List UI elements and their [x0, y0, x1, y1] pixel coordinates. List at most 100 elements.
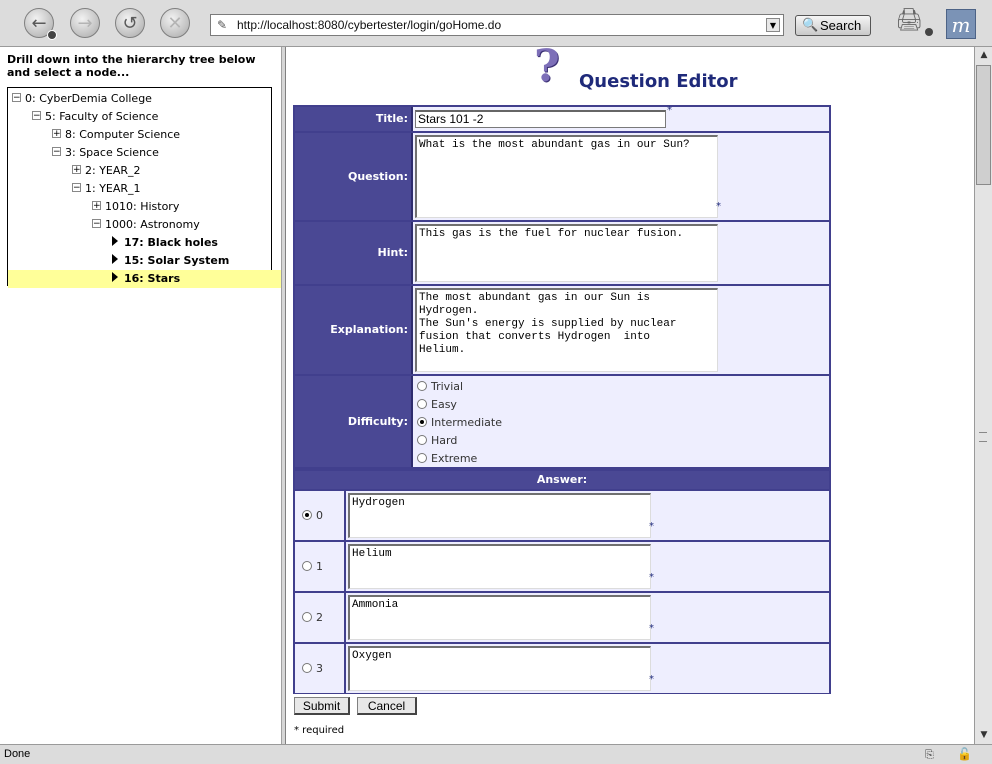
search-button[interactable]: 🔍 Search	[795, 15, 871, 36]
tree-node-label[interactable]: 5: Faculty of Science	[45, 110, 158, 123]
tree-node[interactable]: −0: CyberDemia College	[12, 90, 152, 108]
leaf-arrow-icon	[112, 236, 118, 246]
mozilla-logo-icon: m	[946, 9, 976, 39]
scrollbar-thumb[interactable]	[976, 65, 991, 185]
reload-icon[interactable]: ↺	[115, 8, 145, 38]
hint-textarea[interactable]: This gas is the fuel for nuclear fusion.	[415, 224, 718, 282]
expand-icon[interactable]: +	[72, 165, 81, 175]
tree-node-label[interactable]: 15: Solar System	[124, 254, 229, 267]
cancel-button[interactable]: Cancel	[357, 697, 417, 715]
print-dropdown-icon[interactable]	[925, 28, 933, 36]
expand-icon[interactable]: +	[92, 201, 101, 211]
difficulty-radio[interactable]	[417, 381, 427, 391]
lock-icon[interactable]: 🔓	[957, 747, 972, 761]
correct-answer-radio[interactable]	[302, 612, 312, 622]
answer-textarea[interactable]: Ammonia	[348, 595, 651, 640]
answer-textarea[interactable]: Oxygen	[348, 646, 651, 691]
answer-header: Answer:	[295, 471, 829, 489]
tree-node-label[interactable]: 3: Space Science	[65, 146, 159, 159]
difficulty-option[interactable]: Extreme	[417, 450, 477, 467]
difficulty-option-label: Extreme	[431, 452, 478, 465]
tree-node-label[interactable]: 17: Black holes	[124, 236, 218, 249]
answer-textarea[interactable]: Helium	[348, 544, 651, 589]
tree-node[interactable]: −3: Space Science	[52, 144, 159, 162]
answer-choice[interactable]: 1	[302, 560, 323, 573]
answer-required-marker: *	[649, 674, 654, 685]
required-note: * required	[294, 725, 345, 736]
answer-choice[interactable]: 0	[302, 509, 323, 522]
url-dropdown-icon[interactable]: ▼	[766, 18, 780, 32]
explanation-textarea[interactable]: The most abundant gas in our Sun is Hydr…	[415, 288, 718, 372]
tree-node-label[interactable]: 1: YEAR_1	[85, 182, 141, 195]
collapse-icon[interactable]: −	[12, 93, 21, 103]
answer-row: 2 Ammonia *	[295, 593, 829, 642]
print-icon[interactable]: 🖨	[895, 8, 933, 36]
answer-required-marker: *	[649, 572, 654, 583]
scroll-down-icon[interactable]: ▼	[977, 728, 991, 742]
correct-answer-radio[interactable]	[302, 561, 312, 571]
answer-row: 1 Helium *	[295, 542, 829, 591]
tree-node[interactable]: −1: YEAR_1	[72, 180, 141, 198]
difficulty-radio[interactable]	[417, 453, 427, 463]
leaf-arrow-icon	[112, 254, 118, 264]
collapse-icon[interactable]: −	[32, 111, 41, 121]
back-history-dropdown-icon[interactable]	[47, 30, 57, 40]
difficulty-option[interactable]: Hard	[417, 432, 457, 450]
hint-label: Hint:	[295, 222, 411, 284]
tree-instructions: Drill down into the hierarchy tree below…	[7, 53, 256, 79]
url-text[interactable]: http://localhost:8080/cybertester/login/…	[237, 18, 501, 32]
title-input[interactable]: Stars 101 -2	[415, 110, 666, 128]
difficulty-option-label: Hard	[431, 434, 458, 447]
answer-index: 2	[316, 611, 323, 624]
search-icon: 🔍	[802, 17, 819, 32]
tree-node[interactable]: 15: Solar System	[112, 252, 229, 270]
stop-icon[interactable]: ✕	[160, 8, 190, 38]
question-textarea[interactable]: What is the most abundant gas in our Sun…	[415, 135, 718, 218]
collapse-icon[interactable]: −	[52, 147, 61, 157]
tree-node-label[interactable]: 2: YEAR_2	[85, 164, 141, 177]
url-bar[interactable]: ✎ http://localhost:8080/cybertester/logi…	[210, 14, 784, 36]
answer-textarea[interactable]: Hydrogen	[348, 493, 651, 538]
answer-choice[interactable]: 3	[302, 662, 323, 675]
answer-text-cell: Ammonia *	[346, 593, 829, 642]
tree-node[interactable]: −5: Faculty of Science	[32, 108, 158, 126]
answer-row: 3 Oxygen *	[295, 644, 829, 693]
correct-answer-radio[interactable]	[302, 510, 312, 520]
difficulty-label: Difficulty:	[295, 376, 411, 467]
scroll-up-icon[interactable]: ▲	[977, 48, 991, 62]
difficulty-radio[interactable]	[417, 399, 427, 409]
difficulty-option[interactable]: Trivial	[417, 378, 463, 396]
tree-node-label[interactable]: 0: CyberDemia College	[25, 92, 152, 105]
tree-node-label[interactable]: 16: Stars	[124, 272, 180, 285]
answer-row: 0 Hydrogen *	[295, 491, 829, 540]
tree-node-label[interactable]: 1000: Astronomy	[105, 218, 200, 231]
back-icon[interactable]: ←	[24, 8, 57, 40]
status-text: Done	[4, 748, 31, 760]
vertical-scrollbar[interactable]: ▲ ▼	[974, 47, 992, 744]
collapse-icon[interactable]: −	[72, 183, 81, 193]
title-required-marker: *	[667, 105, 672, 116]
tree-node[interactable]: +2: YEAR_2	[72, 162, 141, 180]
collapse-icon[interactable]: −	[92, 219, 101, 229]
question-mark-icon: ?	[534, 47, 560, 92]
answer-choice-cell: 0	[295, 491, 344, 540]
tree-node[interactable]: +8: Computer Science	[52, 126, 180, 144]
difficulty-options: Trivial Easy Intermediate Hard Extreme	[411, 376, 829, 467]
tree-node[interactable]: +1010: History	[92, 198, 179, 216]
tree-node[interactable]: −1000: Astronomy	[92, 216, 200, 234]
forward-icon[interactable]: →	[70, 8, 100, 38]
search-button-label: Search	[820, 18, 862, 33]
difficulty-option[interactable]: Easy	[417, 396, 457, 414]
expand-icon[interactable]: +	[52, 129, 61, 139]
answer-text-cell: Helium *	[346, 542, 829, 591]
difficulty-option[interactable]: Intermediate	[417, 414, 502, 432]
submit-button[interactable]: Submit	[294, 697, 350, 715]
hierarchy-frame: Drill down into the hierarchy tree below…	[0, 47, 375, 744]
difficulty-radio[interactable]	[417, 417, 427, 427]
correct-answer-radio[interactable]	[302, 663, 312, 673]
tree-node-label[interactable]: 1010: History	[105, 200, 179, 213]
tree-node[interactable]: 17: Black holes	[112, 234, 218, 252]
answer-choice[interactable]: 2	[302, 611, 323, 624]
difficulty-radio[interactable]	[417, 435, 427, 445]
tree-node-label[interactable]: 8: Computer Science	[65, 128, 180, 141]
